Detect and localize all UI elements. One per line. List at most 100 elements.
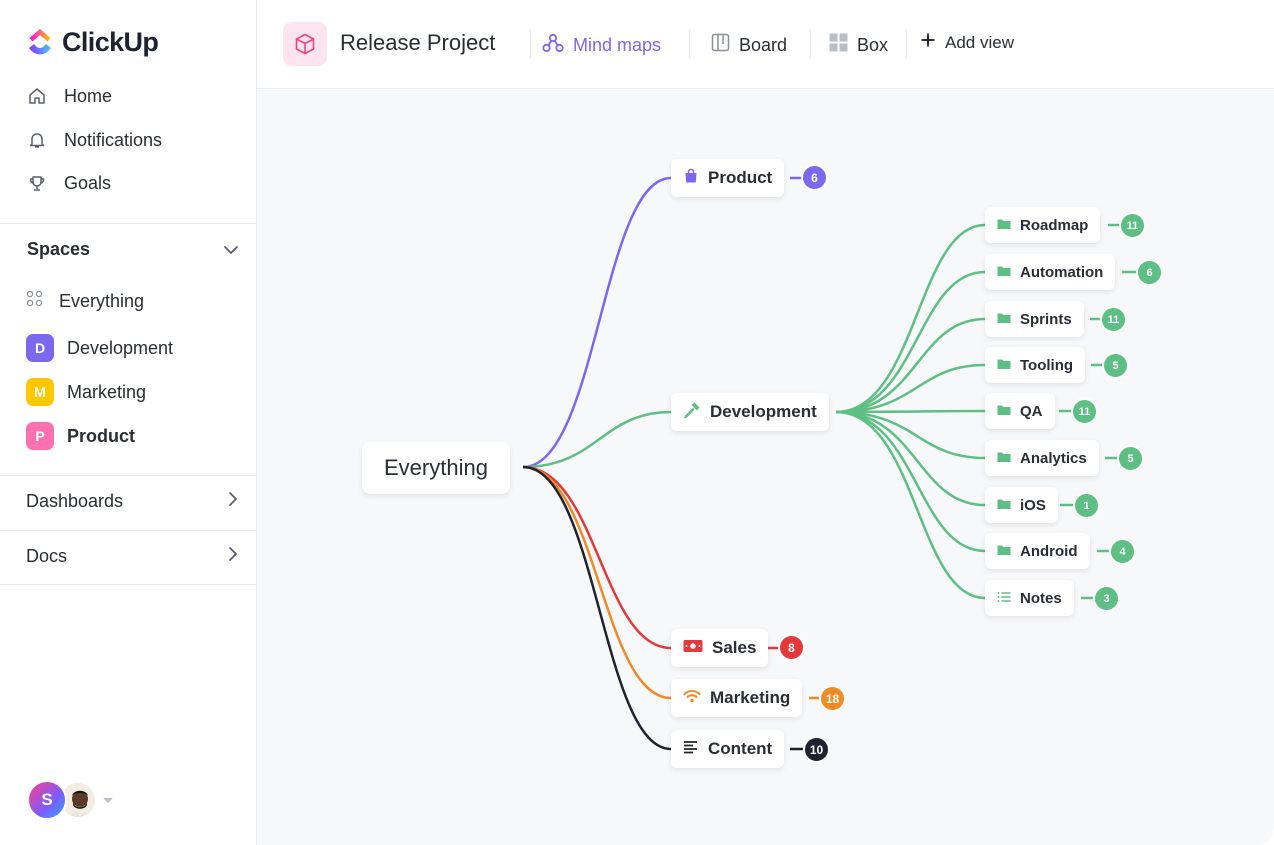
folder-icon [997, 450, 1011, 467]
box-icon [829, 33, 848, 57]
node-count-badge: 5 [1117, 445, 1144, 472]
wifi-icon [683, 688, 701, 709]
link-sales [522, 465, 672, 650]
node-label: Sales [712, 638, 757, 657]
sidebar-docs[interactable]: Docs [26, 546, 238, 567]
node-android[interactable]: Android [985, 533, 1090, 569]
space-badge: D [26, 334, 54, 362]
link-marketing [522, 465, 672, 700]
space-label: Product [67, 425, 136, 446]
node-count-badge: 6 [1136, 259, 1163, 286]
tab-label: Box [857, 34, 889, 55]
link-dev-notes [835, 410, 986, 600]
space-everything[interactable]: Everything [26, 290, 144, 313]
project-title: Release Project [340, 30, 496, 55]
folder-icon [997, 403, 1011, 420]
node-automation[interactable]: Automation [985, 254, 1116, 290]
tab-mind-maps[interactable]: Mind maps [542, 33, 661, 58]
node-count-badge: 11 [1100, 306, 1127, 333]
add-view-label: Add view [945, 32, 1014, 52]
money-icon [683, 638, 703, 658]
tab-board[interactable]: Board [711, 33, 787, 57]
nav-notifications[interactable]: Notifications [26, 129, 162, 151]
sidebar-divider [0, 530, 256, 531]
node-qa[interactable]: QA [985, 393, 1055, 429]
chevron-down-icon[interactable] [223, 239, 239, 260]
mindmap-root-node[interactable]: Everything [362, 442, 510, 494]
node-count-badge: 11 [1071, 398, 1098, 425]
tab-divider [906, 30, 907, 58]
project-cube-icon [283, 22, 327, 66]
node-label: Analytics [1020, 449, 1087, 467]
user-menu[interactable]: S [27, 780, 113, 820]
docs-label: Docs [26, 546, 68, 566]
space-marketing[interactable]: M Marketing [26, 378, 146, 406]
root-label: Everything [384, 455, 488, 480]
tab-label: Mind maps [573, 35, 662, 55]
sidebar: ClickUp Home Notifications Goals Spaces [0, 0, 257, 845]
tab-box[interactable]: Box [829, 33, 888, 57]
hammer-icon [683, 401, 701, 424]
text-lines-icon [683, 739, 699, 759]
space-everything-label: Everything [59, 291, 145, 311]
node-count-badge: 1 [1073, 492, 1100, 519]
nav-goals[interactable]: Goals [26, 172, 111, 194]
node-label: Notes [1020, 589, 1062, 607]
node-label: iOS [1020, 496, 1046, 514]
node-sprints[interactable]: Sprints [985, 301, 1084, 337]
nav-goals-label: Goals [64, 172, 112, 193]
spaces-header[interactable]: Spaces [27, 239, 239, 260]
node-product[interactable]: Product [671, 159, 785, 197]
space-label: Marketing [67, 381, 147, 402]
link-product [522, 176, 672, 469]
node-sales[interactable]: Sales [671, 629, 769, 667]
folder-icon [997, 497, 1011, 514]
tab-label: Board [739, 34, 788, 55]
node-notes[interactable]: Notes [985, 580, 1074, 616]
node-development[interactable]: Development [671, 393, 829, 431]
node-label: Product [708, 168, 773, 187]
node-count-badge: 8 [778, 634, 805, 661]
node-ios[interactable]: iOS [985, 487, 1058, 523]
node-marketing[interactable]: Marketing [671, 679, 803, 717]
node-tooling[interactable]: Tooling [985, 347, 1086, 383]
space-label: Development [67, 337, 174, 358]
chevron-right-icon [228, 491, 238, 512]
folder-icon [997, 543, 1011, 560]
node-content[interactable]: Content [671, 730, 785, 768]
app-window: ClickUp Home Notifications Goals Spaces [0, 0, 1274, 845]
space-badge: M [26, 378, 54, 406]
clickup-logo[interactable]: ClickUp [26, 26, 159, 58]
node-label: Roadmap [1020, 216, 1089, 234]
logo-text: ClickUp [62, 26, 159, 57]
clickup-logo-icon [29, 29, 51, 55]
node-count-badge: 3 [1093, 585, 1120, 612]
tab-divider [810, 30, 811, 58]
link-development [522, 410, 672, 469]
space-product[interactable]: P Product [26, 422, 135, 450]
avatar[interactable]: S [27, 780, 67, 820]
trophy-icon [26, 172, 48, 194]
add-view-button[interactable]: Add view [920, 32, 1014, 53]
node-label: Automation [1020, 263, 1104, 281]
sidebar-divider [0, 223, 256, 224]
dashboards-label: Dashboards [26, 491, 124, 511]
node-label: Development [710, 402, 817, 421]
mindmap-icon [542, 33, 564, 58]
node-roadmap[interactable]: Roadmap [985, 207, 1101, 243]
sidebar-dashboards[interactable]: Dashboards [26, 491, 238, 512]
node-analytics[interactable]: Analytics [985, 440, 1099, 476]
node-label: Tooling [1020, 356, 1074, 374]
link-content [522, 465, 672, 751]
nav-home-label: Home [64, 85, 113, 106]
node-label: Content [708, 739, 773, 758]
mindmap-canvas[interactable]: Everything Product 6 Development Sales 8 [257, 90, 1274, 845]
nav-home[interactable]: Home [26, 85, 112, 107]
link-dev-roadmap [835, 223, 986, 414]
nav-notifications-label: Notifications [64, 129, 163, 150]
space-development[interactable]: D Development [26, 334, 173, 362]
node-count-badge: 10 [803, 736, 830, 763]
plus-icon [920, 32, 936, 53]
node-count-badge: 18 [819, 685, 846, 712]
caret-down-icon[interactable] [103, 797, 113, 803]
